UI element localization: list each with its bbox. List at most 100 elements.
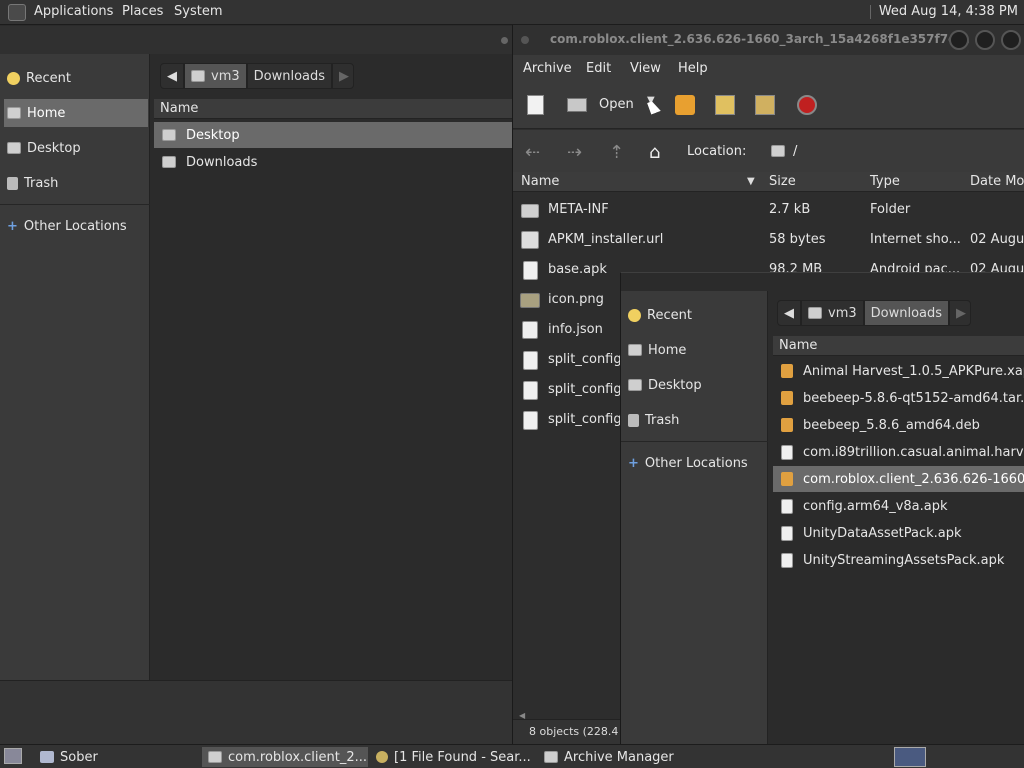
file-icon: [523, 381, 538, 400]
up-arrow-icon[interactable]: ⇡: [609, 142, 624, 163]
column-name[interactable]: Name: [521, 174, 559, 189]
plus-icon: +: [7, 218, 18, 234]
open-archive-icon[interactable]: [567, 98, 587, 112]
horizontal-scrollbar[interactable]: ◀: [519, 707, 619, 720]
sidebar-item-recent[interactable]: Recent: [4, 64, 148, 92]
archive-manager-titlebar[interactable]: com.roblox.client_2.636.626-1660_3arch_1…: [513, 25, 1024, 55]
list-item[interactable]: UnityDataAssetPack.apk: [773, 520, 1024, 546]
sidebar-item-label: Home: [27, 105, 66, 121]
clock-area[interactable]: Wed Aug 14, 4:38 PM: [862, 0, 1024, 25]
trash-icon: [7, 176, 18, 190]
path-segment-downloads[interactable]: Downloads: [246, 63, 333, 89]
taskbar-item-label: Archive Manager: [564, 749, 674, 765]
workspace-switcher[interactable]: [894, 747, 926, 767]
home-icon: [7, 107, 21, 119]
path-back-button[interactable]: ◀: [160, 63, 184, 89]
taskbar-item-search[interactable]: [1 File Found - Sear...: [370, 747, 536, 767]
sidebar-item-desktop[interactable]: Desktop: [625, 371, 765, 399]
list-item[interactable]: UnityStreamingAssetsPack.apk: [773, 547, 1024, 573]
add-files-icon[interactable]: [715, 95, 735, 115]
close-button[interactable]: [1001, 30, 1021, 50]
fm1-path-bar: ◀ vm3 Downloads ▶: [160, 63, 355, 89]
table-row[interactable]: APKM_installer.url 58 bytes Internet sho…: [513, 225, 1024, 255]
archive-file-icon: [781, 418, 793, 432]
distro-logo-icon[interactable]: [8, 4, 26, 21]
row-name: META-INF: [548, 202, 609, 217]
location-value[interactable]: /: [793, 144, 797, 159]
path-forward-button[interactable]: ▶: [332, 63, 355, 89]
new-archive-icon[interactable]: [527, 95, 544, 115]
forward-arrow-icon[interactable]: ⇢: [567, 142, 582, 163]
sort-chevron-down-icon[interactable]: ▼: [747, 176, 755, 187]
menu-view[interactable]: View: [630, 61, 661, 76]
add-folder-icon[interactable]: [755, 95, 775, 115]
menu-places[interactable]: Places: [122, 4, 163, 19]
row-name: split_config: [548, 412, 622, 427]
taskbar-item-archive-manager[interactable]: Archive Manager: [538, 747, 704, 767]
link-file-icon: [521, 231, 539, 249]
table-row[interactable]: META-INF 2.7 kB Folder: [513, 195, 1024, 225]
menu-system[interactable]: System: [174, 4, 222, 19]
column-date[interactable]: Date Mo: [970, 174, 1024, 189]
list-item-label: config.arm64_v8a.apk: [803, 498, 948, 514]
sidebar-item-recent[interactable]: Recent: [625, 301, 765, 329]
list-item[interactable]: config.arm64_v8a.apk: [773, 493, 1024, 519]
sidebar-item-trash[interactable]: Trash: [625, 406, 765, 434]
archive-manager-icon: [544, 751, 558, 763]
home-icon[interactable]: ⌂: [649, 142, 660, 163]
taskbar-item-sober[interactable]: Sober: [34, 747, 196, 767]
menu-applications[interactable]: Applications: [34, 4, 113, 19]
fm1-column-name[interactable]: Name: [154, 99, 512, 119]
menu-edit[interactable]: Edit: [586, 61, 611, 76]
column-type[interactable]: Type: [870, 174, 900, 189]
file-chooser-1-titlebar: [0, 26, 512, 54]
sidebar-divider: [0, 204, 150, 205]
fm2-column-name[interactable]: Name: [773, 336, 1024, 356]
show-desktop-icon[interactable]: [4, 748, 22, 764]
home-icon: [808, 307, 822, 319]
sidebar-item-home[interactable]: Home: [625, 336, 765, 364]
archive-file-icon: [781, 364, 793, 378]
path-segment-downloads[interactable]: Downloads: [863, 300, 950, 326]
path-back-button[interactable]: ◀: [777, 300, 801, 326]
open-button[interactable]: Open: [599, 97, 634, 112]
maximize-button[interactable]: [975, 30, 995, 50]
list-item[interactable]: com.roblox.client_2.636.626-1660_: [773, 466, 1024, 492]
back-arrow-icon[interactable]: ⇠: [525, 142, 540, 163]
window-menu-icon[interactable]: [521, 36, 529, 44]
row-date: 02 Augus: [970, 232, 1024, 247]
sidebar-item-desktop[interactable]: Desktop: [4, 134, 148, 162]
menu-help[interactable]: Help: [678, 61, 708, 76]
list-item[interactable]: Downloads: [154, 149, 512, 175]
stop-icon[interactable]: [797, 95, 817, 115]
archive-file-icon: [781, 472, 793, 486]
list-item[interactable]: Animal Harvest_1.0.5_APKPure.xapk: [773, 358, 1024, 384]
list-item[interactable]: beebeep-5.8.6-qt5152-amd64.tar.gz: [773, 385, 1024, 411]
list-item[interactable]: Desktop: [154, 122, 512, 148]
list-item[interactable]: com.i89trillion.casual.animal.harvest: [773, 439, 1024, 465]
clock[interactable]: Wed Aug 14, 4:38 PM: [879, 4, 1018, 19]
sidebar-divider: [621, 441, 768, 442]
sidebar-item-other-locations[interactable]: + Other Locations: [625, 449, 765, 477]
extract-icon[interactable]: [675, 95, 695, 115]
sidebar-item-trash[interactable]: Trash: [4, 169, 148, 197]
menu-archive[interactable]: Archive: [523, 61, 572, 76]
path-forward-button[interactable]: ▶: [949, 300, 972, 326]
row-name: info.json: [548, 322, 603, 337]
list-item-label: Desktop: [186, 127, 240, 143]
archive-manager-menubar: Archive Edit View Help: [513, 55, 1024, 83]
list-item[interactable]: beebeep_5.8.6_amd64.deb: [773, 412, 1024, 438]
panel-separator: [869, 4, 871, 19]
minimize-button[interactable]: [949, 30, 969, 50]
sidebar-item-other-locations[interactable]: + Other Locations: [4, 212, 148, 240]
column-size[interactable]: Size: [769, 174, 796, 189]
path-segment-vm3[interactable]: vm3: [801, 300, 864, 326]
row-type: Internet sho...: [870, 232, 961, 247]
row-name: icon.png: [548, 292, 604, 307]
path-segment-label: Downloads: [870, 305, 943, 321]
file-icon: [523, 261, 538, 280]
path-segment-vm3[interactable]: vm3: [184, 63, 247, 89]
folder-icon: [162, 129, 176, 141]
taskbar-item-file-chooser[interactable]: com.roblox.client_2....: [202, 747, 368, 767]
sidebar-item-home[interactable]: Home: [4, 99, 148, 127]
